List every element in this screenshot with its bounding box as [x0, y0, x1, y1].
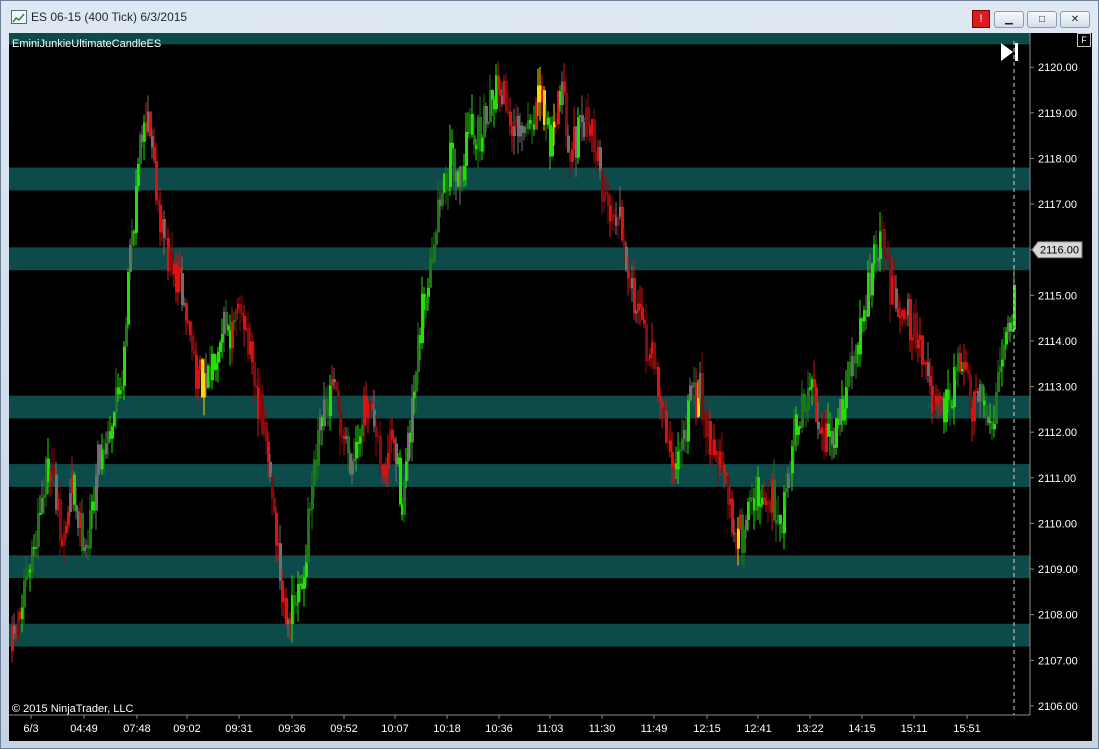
candle-body — [807, 387, 810, 410]
candle-body — [37, 513, 40, 547]
candle-body — [435, 232, 438, 245]
price-tick-label: 2117.00 — [1038, 199, 1077, 211]
price-tick-label: 2106.00 — [1038, 701, 1078, 713]
support-resistance-zone — [9, 167, 1030, 191]
time-tick-label: 10:07 — [381, 723, 409, 735]
time-tick-label: 11:49 — [641, 723, 668, 735]
candle-body — [995, 392, 998, 424]
price-chart[interactable]: 2106.00 2107.00 2108.00 2109.00 2110.00 2111.… — [9, 23, 1092, 741]
price-axis: 2106.00 2107.00 2108.00 2109.00 2110.00 2111.… — [1030, 62, 1078, 713]
candle-body — [135, 186, 138, 233]
price-tick-label: 2113.00 — [1038, 382, 1077, 394]
price-tick-label: 2118.00 — [1038, 153, 1077, 165]
time-tick-label: 04:49 — [70, 723, 98, 735]
price-tick-label: 2115.00 — [1038, 290, 1077, 302]
candle-body — [599, 147, 602, 171]
price-tick-label: 2120.00 — [1038, 62, 1078, 74]
panel-format-button[interactable]: F — [1077, 33, 1091, 47]
minimize-button[interactable]: ▁ — [994, 11, 1024, 28]
time-tick-label: 09:36 — [278, 723, 306, 735]
candle-body — [645, 323, 648, 362]
candle-body — [985, 405, 988, 417]
candle-body — [225, 311, 228, 326]
time-tick-label: 15:11 — [901, 723, 928, 735]
candle-body — [441, 192, 444, 206]
title-bar[interactable]: ES 06-15 (400 Tick) 6/3/2015 ! ▁ □ ✕ — [1, 1, 1098, 31]
maximize-button[interactable]: □ — [1027, 11, 1057, 28]
price-tick-label: 2111.00 — [1038, 473, 1076, 485]
close-icon: ✕ — [1070, 14, 1080, 25]
candle-body — [59, 498, 62, 541]
chart-window: ES 06-15 (400 Tick) 6/3/2015 ! ▁ □ ✕ 210… — [0, 0, 1099, 749]
price-tick-label: 2109.00 — [1038, 564, 1078, 576]
time-tick-label: 09:52 — [330, 723, 358, 735]
candle-body — [723, 464, 726, 474]
price-tick-label: 2108.00 — [1038, 610, 1078, 622]
candle-body — [185, 302, 188, 321]
time-tick-label: 6/3 — [23, 723, 38, 735]
time-tick-label: 12:15 — [693, 723, 721, 735]
window-title: ES 06-15 (400 Tick) 6/3/2015 — [31, 10, 188, 24]
candle-body — [451, 142, 454, 149]
time-axis: 6/3 04:49 07:48 09:02 09:31 09:36 09:52 10:07 10… — [23, 715, 981, 735]
support-resistance-zone — [9, 555, 1030, 579]
candle-body — [307, 508, 310, 563]
minimize-icon: ▁ — [1005, 14, 1013, 25]
last-price-label: 2116.00 — [1040, 245, 1079, 257]
price-tick-label: 2114.00 — [1038, 336, 1077, 348]
time-tick-label: 09:02 — [173, 723, 201, 735]
price-tick-label: 2110.00 — [1038, 518, 1077, 530]
support-resistance-zone — [9, 395, 1030, 419]
chart-app-icon — [11, 10, 27, 24]
last-price-marker: 2116.00 — [1031, 241, 1083, 259]
time-tick-label: 10:18 — [433, 723, 461, 735]
maximize-icon: □ — [1038, 14, 1046, 25]
time-tick-label: 09:31 — [225, 723, 253, 735]
candle-body — [111, 426, 114, 439]
candle-body — [687, 400, 690, 442]
candle-body — [567, 135, 570, 153]
alert-button[interactable]: ! — [972, 10, 990, 28]
close-button[interactable]: ✕ — [1060, 11, 1090, 28]
time-tick-label: 11:03 — [537, 723, 564, 735]
candle-body — [737, 528, 740, 549]
indicator-label: EminiJunkieUltimateCandleES — [12, 38, 161, 50]
price-tick-label: 2119.00 — [1038, 108, 1077, 120]
support-resistance-zone — [9, 464, 1030, 487]
support-resistance-zone — [9, 23, 1030, 45]
time-tick-label: 13:22 — [796, 723, 824, 735]
candle-body — [155, 160, 158, 201]
candle-body — [587, 107, 590, 126]
time-tick-label: 15:51 — [953, 723, 981, 735]
candle-body — [909, 299, 912, 341]
chart-panel[interactable]: 2106.00 2107.00 2108.00 2109.00 2110.00 2111.… — [9, 23, 1092, 741]
candle-body — [123, 346, 126, 387]
copyright-label: © 2015 NinjaTrader, LLC — [12, 703, 133, 715]
candle-body — [593, 119, 596, 153]
support-resistance-zone — [9, 623, 1030, 647]
price-tick-label: 2107.00 — [1038, 655, 1078, 667]
scroll-to-end-icon[interactable] — [1001, 43, 1018, 61]
time-tick-label: 12:41 — [744, 723, 772, 735]
panel-format-label: F — [1081, 35, 1087, 45]
candle-body — [427, 287, 430, 297]
time-tick-label: 11:30 — [589, 723, 616, 735]
candle-body — [633, 277, 636, 314]
time-tick-label: 14:15 — [848, 723, 876, 735]
time-tick-label: 10:36 — [485, 723, 513, 735]
candle-body — [973, 391, 976, 422]
alert-icon: ! — [979, 13, 983, 25]
time-tick-label: 07:48 — [123, 723, 151, 735]
price-tick-label: 2112.00 — [1038, 427, 1077, 439]
